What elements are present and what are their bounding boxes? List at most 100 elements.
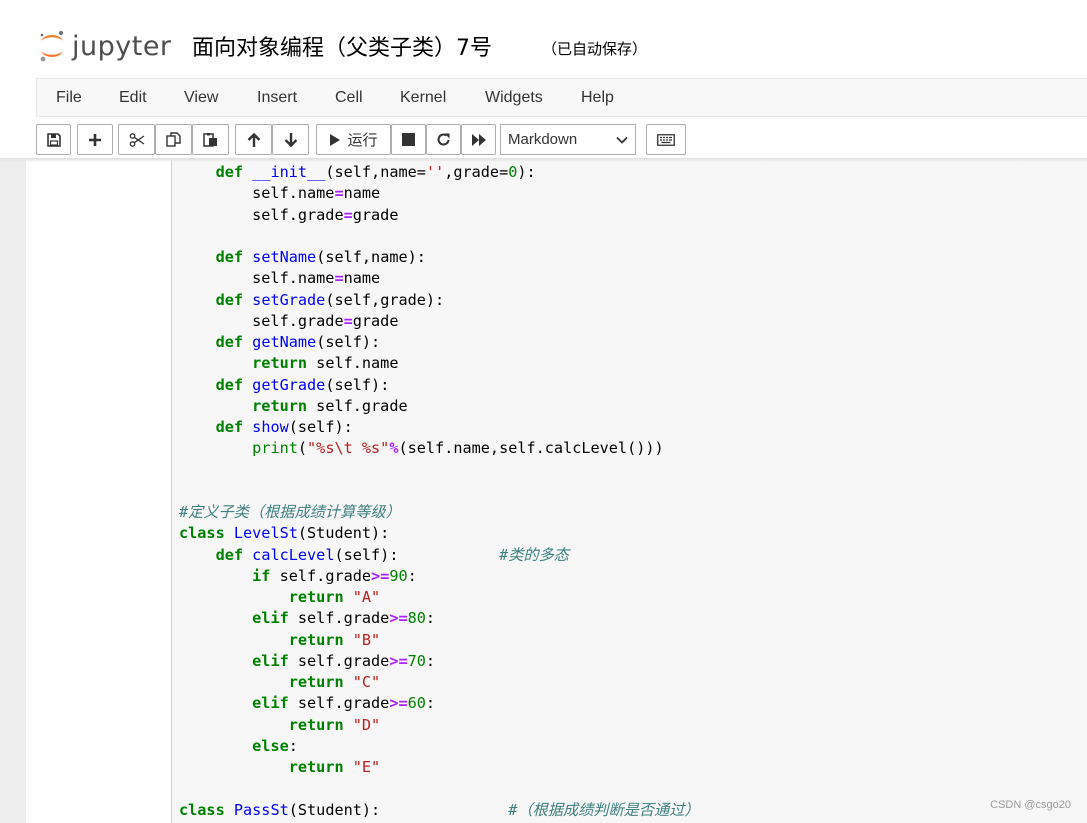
stop-icon [402,133,415,146]
code-line: def setGrade(self,grade): [179,290,700,311]
code-token: elif [252,609,289,628]
code-token: '' [425,163,445,181]
code-line: print("%s\t %s"%(self.name,self.calcLeve… [179,438,700,459]
code-token: (self): [325,375,390,394]
header: jupyter 面向对象编程（父类子类）7号 （已自动保存） File Edit… [0,0,1087,160]
restart-button[interactable] [426,124,461,155]
arrow-down-icon [284,132,297,147]
code-line: def __init__(self,name='',grade=0): [179,162,700,183]
keyboard-icon [657,133,675,146]
jupyter-wordmark: jupyter [72,30,172,62]
code-token: setName [252,248,317,266]
code-token: ): [517,163,536,181]
code-token: self.grade [270,566,372,585]
code-line: return self.grade [179,396,700,417]
save-status: （已自动保存） [542,40,648,58]
code-token: return [252,396,308,415]
code-token: (Student): [297,524,390,543]
code-token: 60 [407,694,426,713]
insert-cell-button[interactable] [77,124,113,155]
move-down-button[interactable] [272,124,309,155]
menu-edit[interactable]: Edit [119,89,147,107]
code-token: (self): [316,333,381,351]
code-token: (self): [288,418,353,436]
jupyter-logo-icon [40,30,64,62]
menu-view[interactable]: View [184,89,218,107]
code-line: return "D" [179,715,700,736]
save-button[interactable] [36,124,71,155]
code-token: class [179,524,225,543]
move-up-button[interactable] [235,124,272,155]
code-line: def calcLevel(self): #类的多态 [179,545,700,566]
header-shadow [0,158,1087,162]
code-line: class PassSt(Student): #（根据成绩判断是否通过） [179,800,700,821]
menubar: File Edit View Insert Cell Kernel Widget… [36,78,1087,117]
fast-forward-icon [471,133,486,146]
cut-button[interactable] [118,124,155,155]
code-token: return [288,715,344,734]
save-icon [46,132,61,147]
play-icon [330,133,341,146]
code-line: self.name=name [179,183,700,204]
code-token: elif [252,651,289,670]
menu-kernel[interactable]: Kernel [400,89,446,107]
chevron-down-icon [616,136,628,144]
code-token: (self.name,self.calcLevel())) [398,439,664,458]
code-line: else: [179,736,700,757]
code-token: : [425,609,436,628]
plus-icon [89,133,101,146]
menu-insert[interactable]: Insert [257,89,297,107]
code-line: if self.grade>=90: [179,566,700,587]
cell-type-select[interactable]: Markdown [500,124,636,155]
code-line: def getGrade(self): [179,375,700,396]
code-line: return "C" [179,672,700,693]
code-token: = [343,205,353,224]
code-token: getGrade [252,375,326,394]
interrupt-button[interactable] [391,124,426,155]
code-token: #（根据成绩判断是否通过） [508,800,700,819]
code-token: >= [389,694,408,713]
code-token: show [252,418,289,436]
code-token: "A" [352,588,381,606]
copy-button[interactable] [155,124,192,155]
run-button[interactable]: 运行 [316,124,391,155]
code-token: def [215,290,244,309]
menu-help[interactable]: Help [581,89,614,107]
restart-run-all-button[interactable] [461,124,496,155]
command-palette-button[interactable] [646,124,686,155]
paste-icon [203,133,217,147]
code-token: def [215,545,244,564]
cut-icon [129,132,144,147]
code-token: >= [371,566,390,585]
restart-icon [437,133,450,146]
notebook-title[interactable]: 面向对象编程（父类子类）7号 [192,30,492,62]
code-token: : [288,736,298,755]
code-token: 80 [407,609,426,628]
menu-cell[interactable]: Cell [335,89,363,107]
menu-file[interactable]: File [56,89,82,107]
paste-button[interactable] [192,124,229,155]
jupyter-logo[interactable]: jupyter [38,28,172,64]
menu-widgets[interactable]: Widgets [485,89,543,107]
code-editor[interactable]: def __init__(self,name='',grade=0): self… [179,162,700,821]
code-token: setGrade [252,290,326,309]
code-token: = [343,311,353,330]
